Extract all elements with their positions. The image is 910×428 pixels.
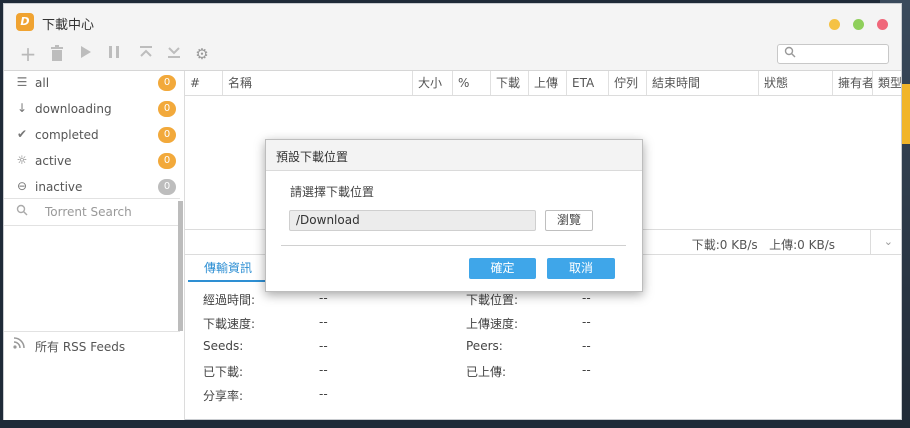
ok-button[interactable]: 確定 <box>469 258 536 279</box>
trash-icon[interactable] <box>48 45 66 63</box>
rss-icon <box>13 337 25 352</box>
info-label: 經過時間: <box>203 293 256 307</box>
cancel-button[interactable]: 取消 <box>547 258 615 279</box>
info-value: -- <box>319 339 328 353</box>
info-label: 分享率: <box>203 389 244 403</box>
col-download[interactable]: 下載 <box>491 71 529 95</box>
dialog-prompt: 請選擇下載位置 <box>290 185 375 199</box>
task-table-header: # 名稱 大小 % 下載 上傳 ETA 佇列 結束時間 狀態 擁有者 類型 <box>185 71 901 96</box>
sidebar-item-active[interactable]: ☼ active 0 <box>4 149 185 175</box>
info-value: -- <box>582 315 591 329</box>
search-icon <box>784 46 796 58</box>
check-icon: ✔ <box>16 127 28 141</box>
info-value: -- <box>319 291 328 305</box>
dialog-title: 預設下載位置 <box>276 150 349 164</box>
col-eta[interactable]: ETA <box>567 71 609 95</box>
gear-icon[interactable]: ⚙ <box>193 45 211 63</box>
toolbar: + ⚙ <box>4 40 901 71</box>
sidebar-item-label: 所有 RSS Feeds <box>35 340 126 354</box>
info-value: -- <box>319 315 328 329</box>
close-button[interactable] <box>877 19 888 30</box>
torrent-search-input[interactable]: Torrent Search <box>4 198 180 226</box>
torrent-search-placeholder: Torrent Search <box>45 205 132 219</box>
window-title: 下載中心 <box>42 18 95 33</box>
count-badge: 0 <box>158 101 176 117</box>
play-icon[interactable] <box>77 45 95 63</box>
info-label: 下載位置: <box>466 293 519 307</box>
sidebar-item-all[interactable]: ☰ all 0 <box>4 71 185 97</box>
sidebar-item-rss[interactable]: 所有 RSS Feeds <box>4 331 180 358</box>
chevron-down-icon[interactable]: ⌄ <box>884 235 893 248</box>
col-percent[interactable]: % <box>453 71 491 95</box>
minimize-button[interactable] <box>829 19 840 30</box>
transfer-speeds: 下載:0 KB/s 上傳:0 KB/s <box>692 236 835 253</box>
info-value: -- <box>319 387 328 401</box>
title-bar: D 下載中心 <box>4 4 901 40</box>
default-download-location-dialog: 預設下載位置 請選擇下載位置 /Download 瀏覽 確定 取消 <box>265 139 643 292</box>
download-path-field[interactable]: /Download <box>289 210 536 231</box>
info-value: -- <box>582 339 591 353</box>
download-speed: 下載:0 KB/s <box>691 238 758 252</box>
minus-circle-icon: ⊖ <box>16 179 28 193</box>
sidebar-item-label: downloading <box>35 102 112 116</box>
maximize-button[interactable] <box>853 19 864 30</box>
col-index[interactable]: # <box>185 71 223 95</box>
sidebar-item-label: completed <box>35 128 99 142</box>
count-badge: 0 <box>158 153 176 169</box>
move-top-icon[interactable] <box>137 45 155 63</box>
col-queue[interactable]: 佇列 <box>609 71 647 95</box>
sidebar-item-downloading[interactable]: ↓ downloading 0 <box>4 97 185 123</box>
tab-transfer-info[interactable]: 傳輸資訊 <box>188 256 268 282</box>
info-label: 已下載: <box>203 365 244 379</box>
col-size[interactable]: 大小 <box>413 71 453 95</box>
col-type[interactable]: 類型 <box>873 71 901 95</box>
sidebar-item-label: active <box>35 154 72 168</box>
sidebar-item-label: inactive <box>35 180 83 194</box>
dialog-header: 預設下載位置 <box>266 140 642 171</box>
search-icon <box>16 204 28 216</box>
app-logo-icon: D <box>16 13 34 31</box>
count-badge: 0 <box>158 179 176 195</box>
upload-speed: 上傳:0 KB/s <box>769 238 835 252</box>
list-icon: ☰ <box>16 75 28 89</box>
move-bottom-icon[interactable] <box>165 45 183 63</box>
col-status[interactable]: 狀態 <box>759 71 833 95</box>
col-name[interactable]: 名稱 <box>223 71 413 95</box>
sidebar-item-completed[interactable]: ✔ completed 0 <box>4 123 185 149</box>
gear-sun-icon: ☼ <box>16 153 28 167</box>
info-value: -- <box>582 363 591 377</box>
info-label: 已上傳: <box>466 365 507 379</box>
col-owner[interactable]: 擁有者 <box>833 71 873 95</box>
info-value: -- <box>319 363 328 377</box>
divider <box>870 230 871 254</box>
col-end-time[interactable]: 結束時間 <box>647 71 759 95</box>
count-badge: 0 <box>158 127 176 143</box>
info-label: 下載速度: <box>203 317 256 331</box>
pause-icon[interactable] <box>105 45 123 63</box>
col-upload[interactable]: 上傳 <box>529 71 567 95</box>
info-value: -- <box>582 291 591 305</box>
info-label: 上傳速度: <box>466 317 519 331</box>
plus-icon[interactable]: + <box>19 44 37 64</box>
sidebar: ☰ all 0 ↓ downloading 0 ✔ completed 0 ☼ … <box>4 71 185 420</box>
sidebar-item-label: all <box>35 76 50 90</box>
search-input[interactable] <box>777 44 889 64</box>
info-label: Seeds: <box>203 339 244 353</box>
arrow-down-icon: ↓ <box>16 101 28 115</box>
browse-button[interactable]: 瀏覽 <box>545 210 593 231</box>
sidebar-scrollbar[interactable] <box>178 201 183 331</box>
count-badge: 0 <box>158 75 176 91</box>
info-label: Peers: <box>466 339 503 353</box>
dialog-divider <box>281 245 626 246</box>
